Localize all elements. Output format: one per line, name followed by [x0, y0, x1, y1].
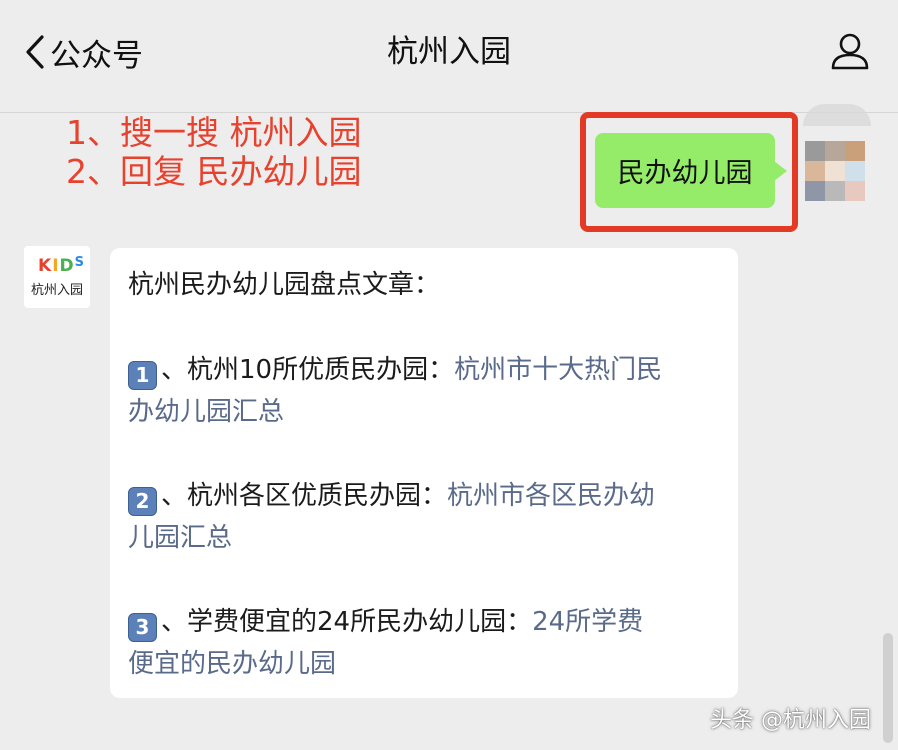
- sent-message-bubble[interactable]: 民办幼儿园: [595, 133, 787, 208]
- item-3-link-cont[interactable]: 便宜的民办幼儿园: [128, 649, 336, 679]
- profile-button[interactable]: [828, 30, 872, 74]
- item-1-link-cont[interactable]: 办幼儿园汇总: [128, 397, 284, 427]
- avatar-account-name: 杭州入园: [30, 283, 83, 298]
- person-icon: [831, 33, 869, 70]
- article-item-1: 1 、杭州10所优质民办园：杭州市十大热门民: [128, 349, 662, 391]
- article-item-2-cont: 儿园汇总: [128, 517, 232, 559]
- item-2-link-cont[interactable]: 儿园汇总: [128, 523, 232, 553]
- item-1-link[interactable]: 杭州市十大热门民: [454, 355, 662, 385]
- annotation-text: 1、搜一搜 杭州入园 2、回复 民办幼儿园: [66, 113, 362, 191]
- back-label: 公众号: [50, 37, 143, 74]
- article-item-1-cont: 办幼儿园汇总: [128, 391, 284, 433]
- number-1-icon: 1: [128, 361, 157, 390]
- kids-logo: KIDS: [38, 255, 86, 276]
- item-3-link[interactable]: 24所学费: [532, 607, 643, 637]
- user-avatar[interactable]: [805, 141, 865, 201]
- article-intro: 杭州民办幼儿园盘点文章：: [128, 270, 441, 300]
- logo-letter-s: S: [74, 255, 86, 270]
- back-button[interactable]: 公众号: [24, 30, 143, 74]
- item-3-prefix: 、学费便宜的24所民办幼儿园：: [161, 607, 533, 637]
- article-item-3-cont: 便宜的民办幼儿园: [128, 643, 336, 685]
- avatar-mosaic-tile: [805, 161, 825, 181]
- nav-bar: 公众号 杭州入园: [0, 0, 898, 110]
- previous-avatar-edge: [803, 104, 871, 126]
- account-avatar[interactable]: KIDS 杭州入园: [24, 246, 90, 308]
- avatar-mosaic-tile: [825, 161, 845, 181]
- avatar-mosaic-tile: [845, 181, 865, 201]
- logo-letter-i: I: [52, 256, 60, 276]
- item-2-prefix: 、杭州各区优质民办园：: [161, 481, 448, 511]
- scrollbar[interactable]: [883, 633, 893, 743]
- avatar-mosaic-tile: [825, 181, 845, 201]
- avatar-mosaic-tile: [845, 141, 865, 161]
- avatar-mosaic-tile: [805, 141, 825, 161]
- annotation-line-2: 2、回复 民办幼儿园: [66, 152, 362, 191]
- article-item-2: 2 、杭州各区优质民办园：杭州市各区民办幼: [128, 475, 655, 517]
- logo-letter-k: K: [38, 256, 53, 276]
- sent-message-text: 民办幼儿园: [617, 158, 753, 189]
- chevron-left-icon: [26, 35, 44, 69]
- watermark: 头条 @杭州入园: [710, 708, 871, 733]
- number-2-icon: 2: [128, 487, 157, 516]
- item-1-prefix: 、杭州10所优质民办园：: [161, 355, 455, 385]
- item-2-link[interactable]: 杭州市各区民办幼: [447, 481, 655, 511]
- logo-letter-d: D: [59, 256, 75, 276]
- avatar-mosaic-tile: [825, 141, 845, 161]
- number-3-icon: 3: [128, 613, 157, 642]
- annotation-line-1: 1、搜一搜 杭州入园: [66, 113, 362, 152]
- avatar-mosaic-tile: [845, 161, 865, 181]
- chat-screen: 公众号 杭州入园 1、搜一搜 杭州入园 2、回复 民办幼儿园 民办幼儿园 KID…: [0, 0, 898, 750]
- article-item-3: 3 、学费便宜的24所民办幼儿园：24所学费: [128, 601, 643, 643]
- avatar-mosaic-tile: [805, 181, 825, 201]
